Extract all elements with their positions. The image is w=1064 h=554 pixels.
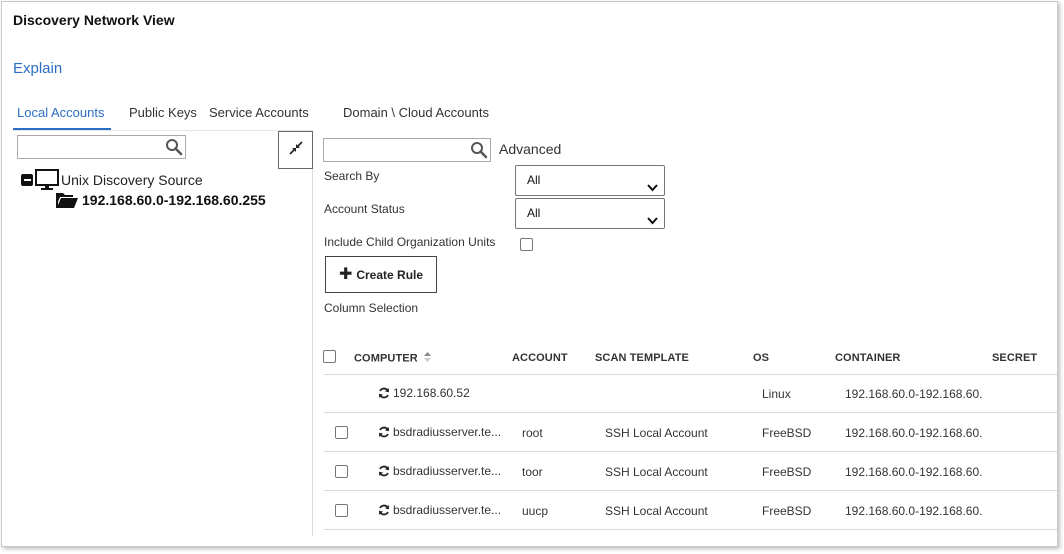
column-header-secret[interactable]: SECRET	[992, 352, 1037, 364]
sort-icon	[423, 352, 431, 365]
column-header-account[interactable]: ACCOUNT	[512, 352, 568, 364]
monitor-icon	[35, 169, 59, 191]
search-icon[interactable]	[165, 138, 183, 161]
page-title: Discovery Network View	[13, 12, 175, 28]
active-tab-indicator	[13, 128, 111, 130]
table-row-scan-template: SSH Local Account	[605, 465, 708, 479]
select-all-checkbox[interactable]	[323, 350, 336, 363]
row-divider	[324, 374, 1057, 375]
row-divider	[324, 412, 1057, 413]
table-row-container: 192.168.60.0-192.168.60.	[845, 387, 983, 401]
column-header-os[interactable]: OS	[753, 352, 769, 364]
table-row-scan-template: SSH Local Account	[605, 426, 708, 440]
search-icon[interactable]	[470, 141, 488, 164]
search-by-select[interactable]: All	[515, 165, 665, 196]
table-row-os: FreeBSD	[762, 504, 812, 518]
plus-icon: ✚	[338, 265, 353, 283]
tab-public-keys[interactable]: Public Keys	[129, 105, 197, 120]
tree-search-input[interactable]	[17, 135, 186, 159]
collapse-pane-button[interactable]	[278, 131, 313, 169]
create-rule-label: Create Rule	[356, 267, 424, 282]
table-row-container: 192.168.60.0-192.168.60.	[845, 426, 983, 440]
table-row-container: 192.168.60.0-192.168.60.	[845, 504, 983, 518]
table-row-computer[interactable]: 192.168.60.52	[378, 386, 470, 400]
tab-divider	[13, 130, 313, 131]
table-row-account: root	[522, 426, 543, 440]
column-header-container[interactable]: CONTAINER	[835, 352, 900, 364]
row-divider	[324, 490, 1057, 491]
include-child-ou-label: Include Child Organization Units	[324, 235, 496, 249]
tab-service-accounts[interactable]: Service Accounts	[209, 105, 309, 120]
search-by-value: All	[527, 173, 541, 187]
table-row-account: toor	[522, 465, 543, 479]
column-header-computer[interactable]: COMPUTER	[354, 352, 431, 365]
column-header-scan-template[interactable]: SCAN TEMPLATE	[595, 352, 689, 364]
table-row-account: uucp	[522, 504, 549, 518]
table-row-computer[interactable]: bsdradiusserver.te...	[378, 503, 501, 517]
table-row-os: FreeBSD	[762, 465, 812, 479]
search-by-label: Search By	[324, 169, 380, 183]
include-child-ou-checkbox[interactable]	[520, 238, 533, 251]
refresh-icon	[378, 465, 390, 477]
discovery-network-view-panel: Discovery Network View Explain Local Acc…	[1, 1, 1058, 547]
tree-node-unix-discovery-source[interactable]: Unix Discovery Source	[21, 169, 203, 191]
advanced-search-link[interactable]: Advanced	[499, 141, 561, 157]
row-checkbox[interactable]	[335, 465, 348, 478]
create-rule-button[interactable]: ✚ Create Rule	[325, 256, 437, 293]
tab-domain-cloud-accounts[interactable]: Domain \ Cloud Accounts	[343, 105, 489, 120]
open-folder-icon	[55, 191, 79, 209]
collapse-arrows-icon	[288, 140, 304, 161]
refresh-icon	[378, 426, 390, 438]
account-status-label: Account Status	[324, 202, 405, 216]
refresh-icon	[378, 504, 390, 516]
tree-node-label: 192.168.60.0-192.168.60.255	[82, 192, 266, 208]
column-selection-link[interactable]: Column Selection	[324, 301, 418, 315]
row-divider	[324, 529, 1057, 530]
refresh-icon	[378, 387, 390, 399]
pane-divider	[312, 131, 313, 536]
row-checkbox[interactable]	[335, 426, 348, 439]
table-row-os: FreeBSD	[762, 426, 812, 440]
explain-link[interactable]: Explain	[13, 60, 62, 77]
tree-node-label: Unix Discovery Source	[61, 172, 203, 188]
search-input[interactable]	[323, 138, 491, 162]
row-divider	[324, 451, 1057, 452]
table-row-computer[interactable]: bsdradiusserver.te...	[378, 425, 501, 439]
account-status-value: All	[527, 206, 541, 220]
table-row-container: 192.168.60.0-192.168.60.	[845, 465, 983, 479]
account-status-select[interactable]: All	[515, 198, 665, 229]
table-row-os: Linux	[762, 387, 791, 401]
tree-node-ip-range[interactable]: 192.168.60.0-192.168.60.255	[55, 191, 266, 209]
chevron-down-icon	[647, 208, 658, 237]
table-row-computer[interactable]: bsdradiusserver.te...	[378, 464, 501, 478]
table-row-scan-template: SSH Local Account	[605, 504, 708, 518]
tab-local-accounts[interactable]: Local Accounts	[17, 105, 104, 120]
collapse-node-icon[interactable]	[21, 174, 33, 186]
row-checkbox[interactable]	[335, 504, 348, 517]
